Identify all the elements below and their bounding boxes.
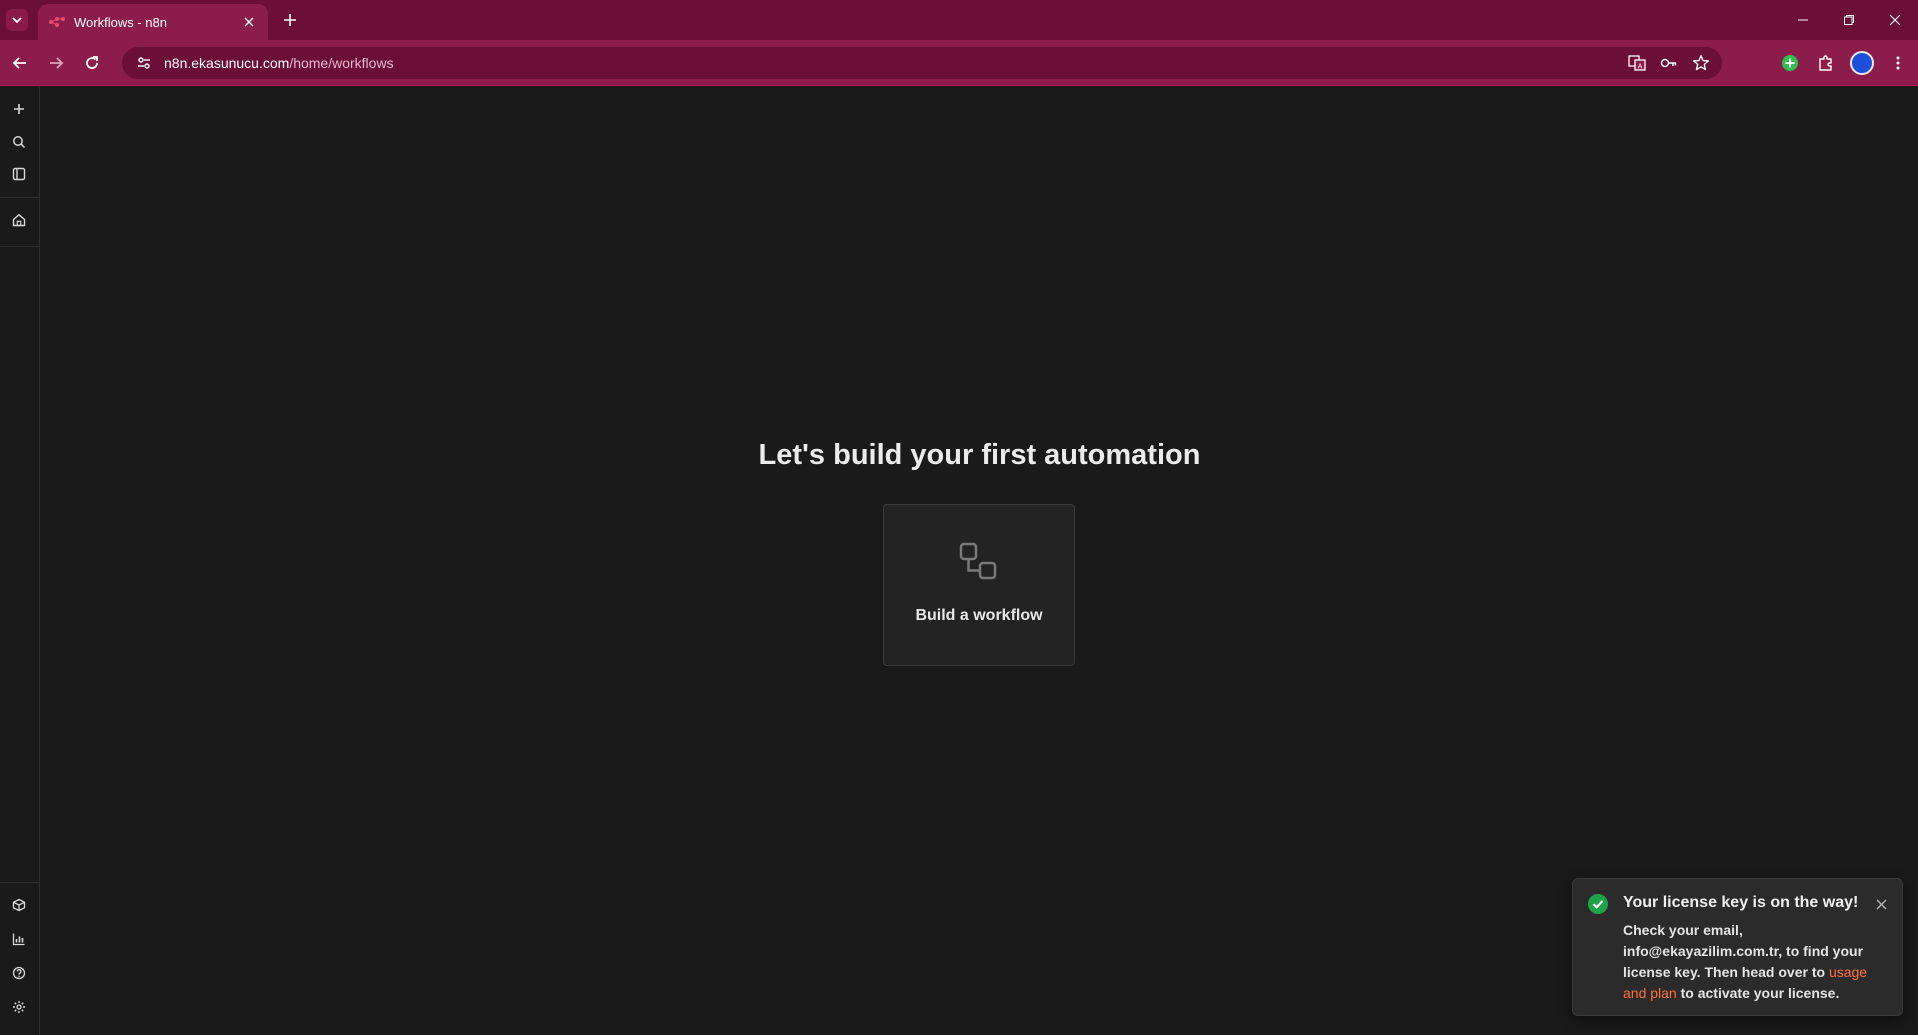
browser-tab-active[interactable]: Workflows - n8n — [38, 4, 268, 40]
close-icon — [1889, 14, 1901, 26]
address-bar-actions: A — [1626, 52, 1712, 74]
star-icon — [1693, 55, 1709, 71]
build-workflow-label: Build a workflow — [915, 607, 1043, 624]
sidebar-toggle-button[interactable] — [8, 163, 30, 185]
browser-tabstrip: Workflows - n8n — [0, 0, 1918, 40]
close-window-button[interactable] — [1872, 0, 1918, 40]
workflow-icon — [959, 542, 997, 580]
sidebar-item-insights[interactable] — [8, 928, 30, 950]
sidebar-item-templates[interactable] — [8, 894, 30, 916]
app-sidebar — [0, 87, 40, 1035]
page-title: Let's build your first automation — [758, 439, 1201, 471]
sidebar-divider — [0, 197, 40, 198]
arrow-left-icon — [12, 57, 26, 69]
forward-button[interactable] — [44, 51, 68, 75]
arrow-right-icon — [50, 57, 64, 69]
panel-left-icon — [12, 167, 26, 181]
toast-body-suffix: to activate your license. — [1676, 985, 1840, 1001]
password-key-button[interactable] — [1658, 52, 1680, 74]
sidebar-divider — [0, 246, 40, 247]
address-url: n8n.ekasunucu.com/home/workflows — [164, 55, 394, 71]
translate-icon: A — [1628, 55, 1646, 71]
build-workflow-card[interactable]: Build a workflow — [883, 504, 1075, 666]
close-icon — [1876, 899, 1886, 909]
extensions-button[interactable] — [1814, 51, 1838, 75]
n8n-favicon-icon — [49, 17, 65, 27]
sidebar-item-home[interactable] — [8, 209, 30, 231]
back-button[interactable] — [8, 51, 32, 75]
toast-body-prefix: Check your email, info@ekayazilim.com.tr… — [1623, 922, 1864, 980]
toast-message: Check your email, info@ekayazilim.com.tr… — [1623, 920, 1893, 1004]
home-icon — [12, 214, 26, 227]
plus-icon — [14, 104, 24, 114]
minimize-icon — [1798, 19, 1808, 21]
sidebar-add-button[interactable] — [8, 98, 30, 120]
restore-button[interactable] — [1826, 0, 1872, 40]
browser-toolbar: n8n.ekasunucu.com/home/workflows A — [0, 40, 1918, 86]
help-circle-icon — [12, 966, 26, 980]
key-icon — [1660, 58, 1677, 68]
tab-title: Workflows - n8n — [74, 14, 167, 30]
plus-icon — [284, 14, 296, 26]
address-bar[interactable]: n8n.ekasunucu.com/home/workflows A — [122, 47, 1722, 79]
new-tab-button[interactable] — [280, 10, 300, 30]
window-controls — [1780, 0, 1918, 40]
close-icon — [244, 17, 254, 27]
extension-green-button[interactable] — [1778, 51, 1802, 75]
check-circle-icon — [1588, 894, 1608, 914]
sidebar-divider — [0, 882, 40, 883]
svg-text:A: A — [1638, 63, 1643, 71]
bookmark-star-button[interactable] — [1690, 52, 1712, 74]
tab-close-button[interactable] — [240, 13, 258, 31]
bar-chart-icon — [12, 933, 25, 946]
avatar — [1850, 51, 1874, 75]
toast-title: Your license key is on the way! — [1623, 894, 1859, 911]
gear-icon — [13, 1001, 25, 1013]
profile-avatar-button[interactable] — [1850, 51, 1874, 75]
search-icon — [13, 136, 26, 149]
puzzle-icon — [1819, 55, 1832, 71]
toast-close-button[interactable] — [1872, 895, 1890, 913]
chevron-down-icon — [12, 17, 22, 24]
tab-search-button[interactable] — [6, 9, 28, 31]
sidebar-search-button[interactable] — [8, 131, 30, 153]
box-icon — [12, 898, 26, 912]
sidebar-item-settings[interactable] — [8, 996, 30, 1018]
license-toast: Your license key is on the way! Check yo… — [1572, 878, 1903, 1016]
sidebar-item-help[interactable] — [8, 962, 30, 984]
browser-menu-button[interactable] — [1886, 51, 1910, 75]
green-extension-icon — [1782, 55, 1798, 71]
reload-button[interactable] — [80, 51, 104, 75]
site-info-button[interactable] — [134, 53, 154, 73]
address-path: /home/workflows — [289, 55, 394, 71]
address-host: n8n.ekasunucu.com — [164, 55, 290, 71]
restore-icon — [1844, 15, 1854, 25]
translate-button[interactable]: A — [1626, 52, 1648, 74]
minimize-button[interactable] — [1780, 0, 1826, 40]
tune-icon — [138, 57, 150, 69]
reload-icon — [86, 56, 98, 69]
toolbar-right-actions — [1778, 51, 1910, 75]
kebab-menu-icon — [1896, 56, 1900, 70]
